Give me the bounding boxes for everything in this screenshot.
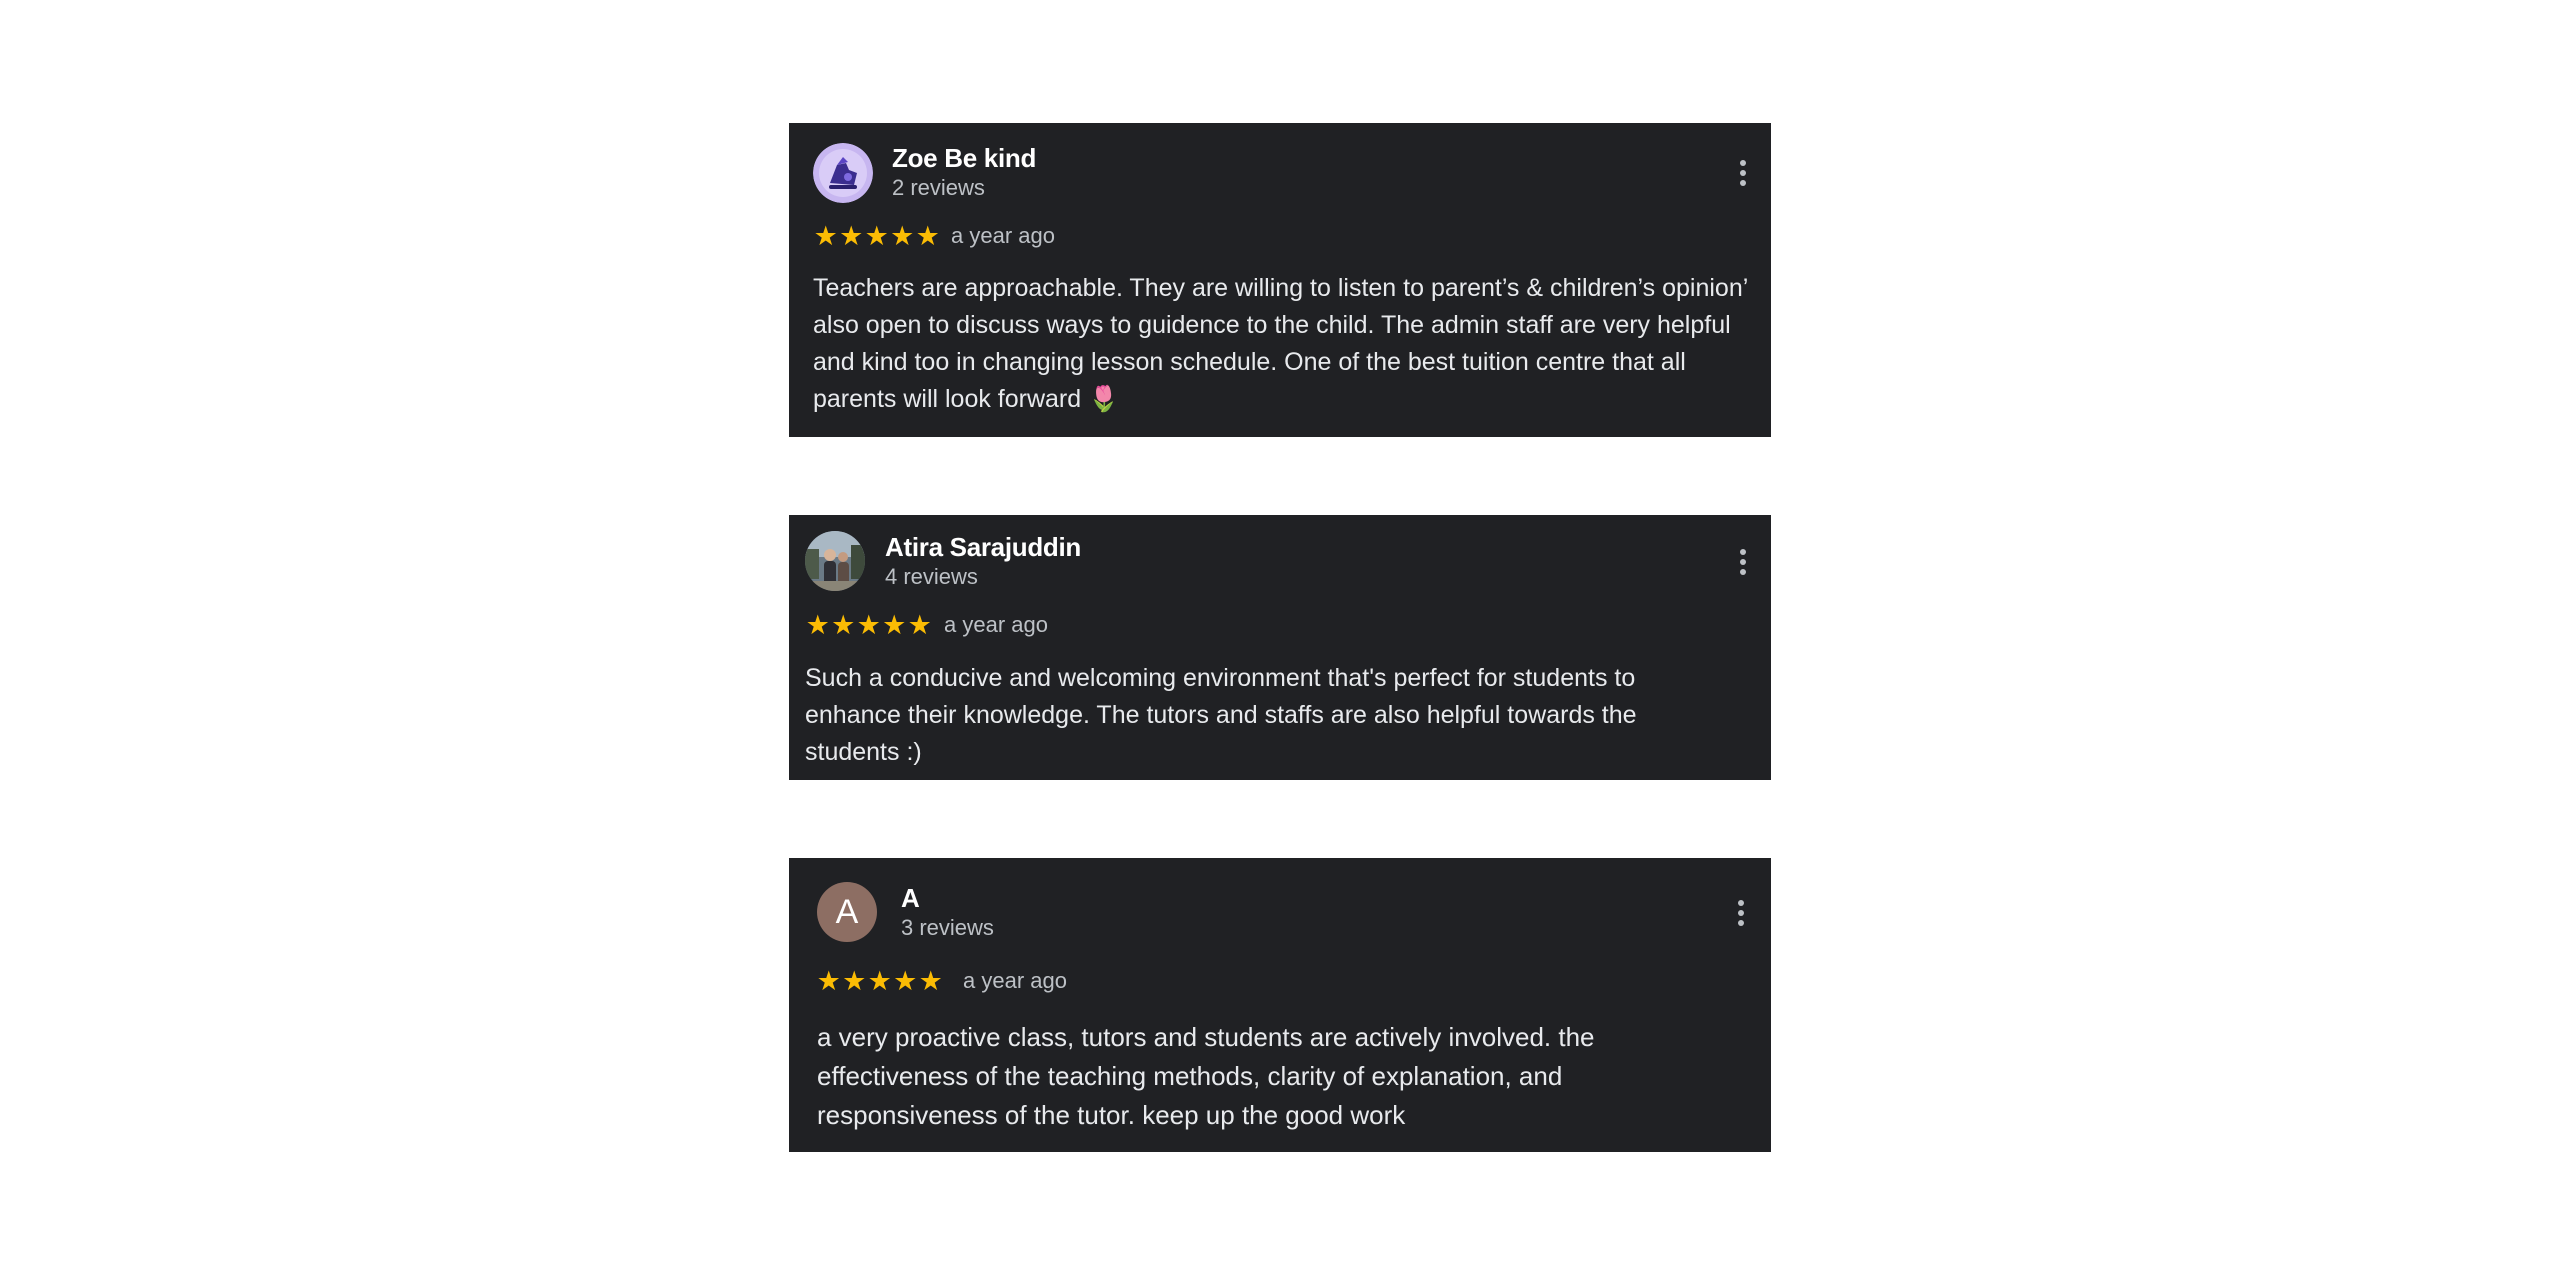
star-icon: ★	[915, 221, 940, 251]
star-icon: ★	[918, 966, 943, 996]
star-icon: ★	[867, 966, 892, 996]
avatar[interactable]: A	[817, 882, 877, 942]
photo-avatar-icon	[805, 531, 865, 591]
author-name[interactable]: Zoe Be kind	[892, 143, 1036, 174]
star-icon: ★	[890, 221, 915, 251]
star-rating: ★ ★ ★ ★ ★	[816, 968, 944, 995]
review-card: A A 3 reviews ★ ★ ★ ★ ★ a year ago a ver…	[789, 858, 1771, 1152]
author-name[interactable]: A	[901, 883, 920, 914]
review-date: a year ago	[944, 612, 1048, 637]
star-icon: ★	[893, 966, 918, 996]
star-icon: ★	[813, 221, 838, 251]
purple-illustration-avatar-icon	[813, 143, 873, 203]
star-icon: ★	[816, 966, 841, 996]
star-icon: ★	[831, 610, 856, 640]
review-text: Such a conducive and welcoming environme…	[805, 664, 1637, 766]
more-options-button[interactable]	[1731, 893, 1751, 933]
star-icon: ★	[805, 610, 830, 640]
avatar[interactable]	[805, 531, 865, 591]
star-rating: ★ ★ ★ ★ ★	[813, 223, 941, 250]
star-rating: ★ ★ ★ ★ ★	[805, 612, 933, 639]
star-icon: ★	[864, 221, 889, 251]
review-text: a very proactive class, tutors and stude…	[817, 1022, 1595, 1130]
star-icon: ★	[882, 610, 907, 640]
star-icon: ★	[842, 966, 867, 996]
review-date: a year ago	[951, 223, 1055, 248]
avatar[interactable]	[813, 143, 873, 203]
author-name[interactable]: Atira Sarajuddin	[885, 532, 1081, 563]
review-card: Zoe Be kind 2 reviews ★ ★ ★ ★ ★ a year a…	[789, 123, 1771, 437]
avatar-letter: A	[835, 892, 859, 931]
star-icon: ★	[907, 610, 932, 640]
review-count[interactable]: 2 reviews	[892, 175, 985, 201]
more-options-button[interactable]	[1733, 153, 1753, 193]
more-options-button[interactable]	[1733, 542, 1753, 582]
star-icon: ★	[839, 221, 864, 251]
review-date: a year ago	[963, 968, 1067, 993]
star-icon: ★	[856, 610, 881, 640]
review-text: Teachers are approachable. They are will…	[813, 274, 1748, 413]
review-count[interactable]: 4 reviews	[885, 564, 978, 590]
review-card: Atira Sarajuddin 4 reviews ★ ★ ★ ★ ★ a y…	[789, 515, 1771, 780]
review-count[interactable]: 3 reviews	[901, 915, 994, 941]
